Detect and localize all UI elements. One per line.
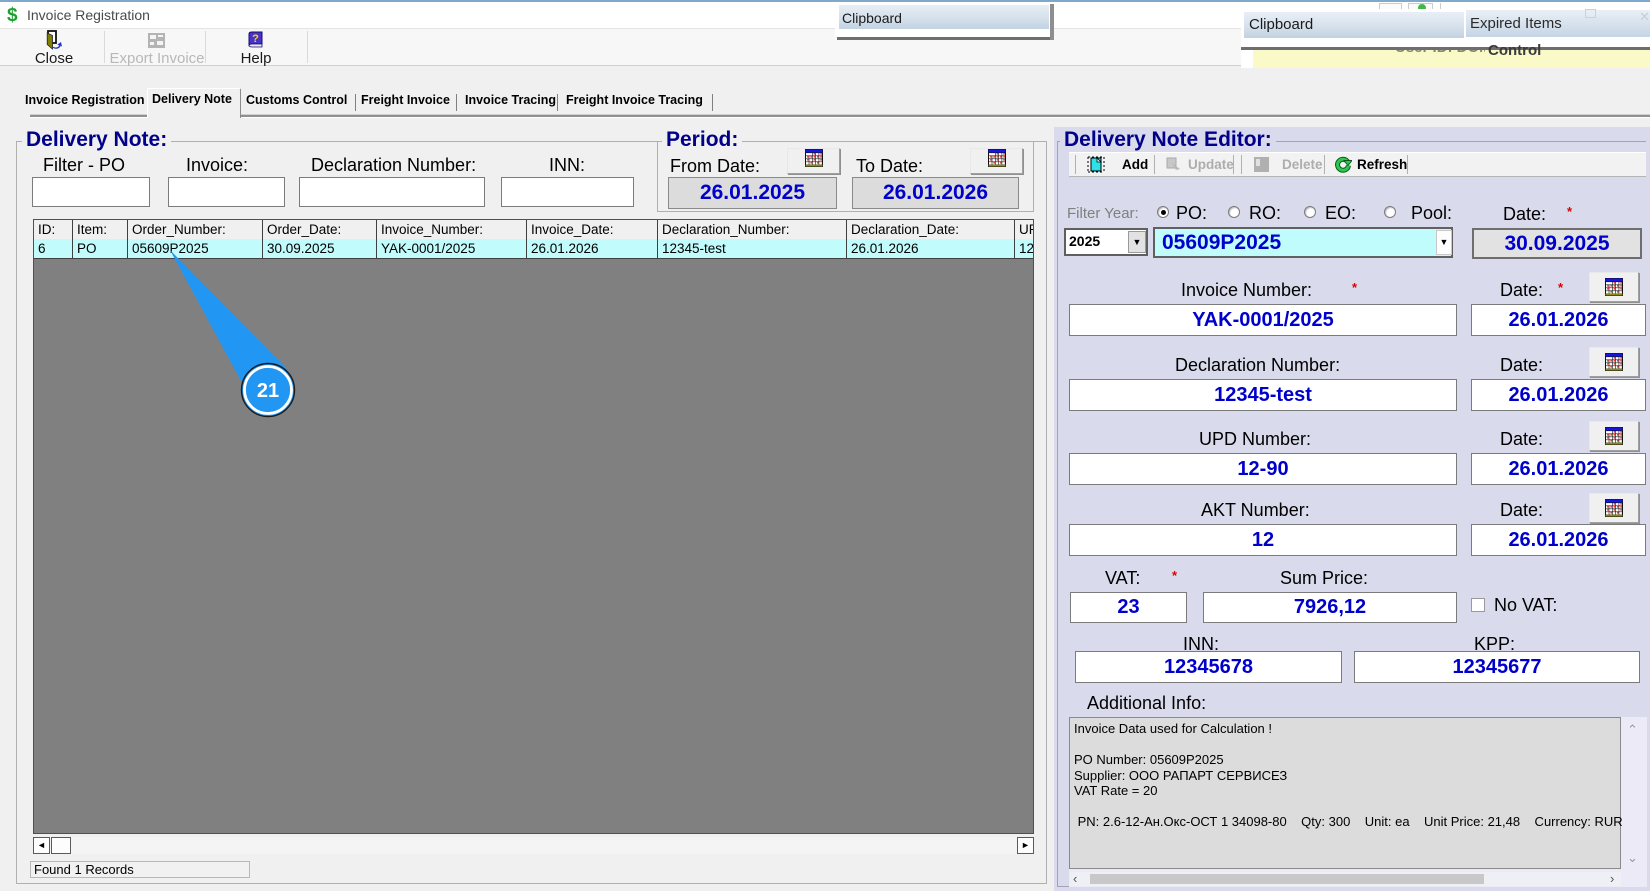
- svg-text:21: 21: [257, 380, 279, 402]
- svg-text:?: ?: [252, 33, 259, 45]
